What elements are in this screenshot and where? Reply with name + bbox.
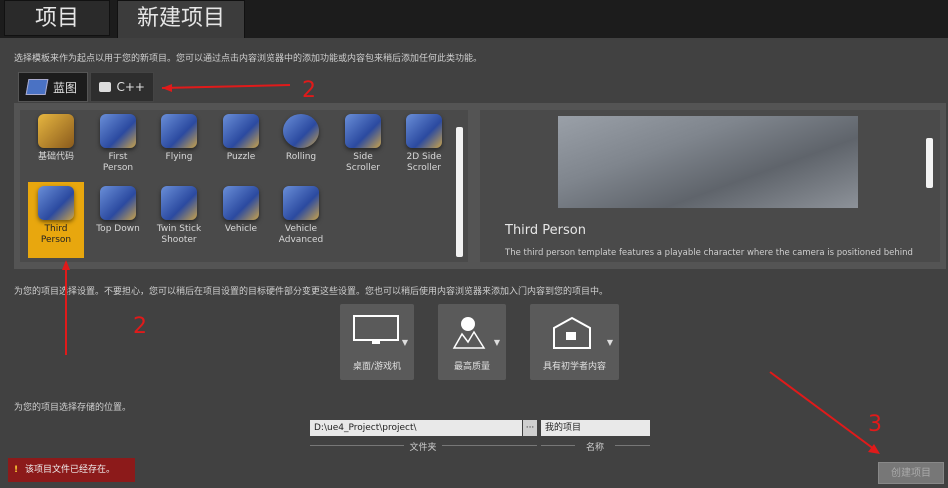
- annotation-number: 2: [302, 78, 316, 103]
- annotation-number: 2: [133, 314, 147, 339]
- annotation-arrow: [769, 371, 879, 453]
- annotation-arrowhead: [162, 84, 172, 92]
- annotation-arrowhead: [62, 260, 70, 270]
- annotation-arrow: [161, 84, 291, 89]
- annotation-number: 3: [868, 412, 882, 437]
- annotation-overlay: [62, 84, 880, 454]
